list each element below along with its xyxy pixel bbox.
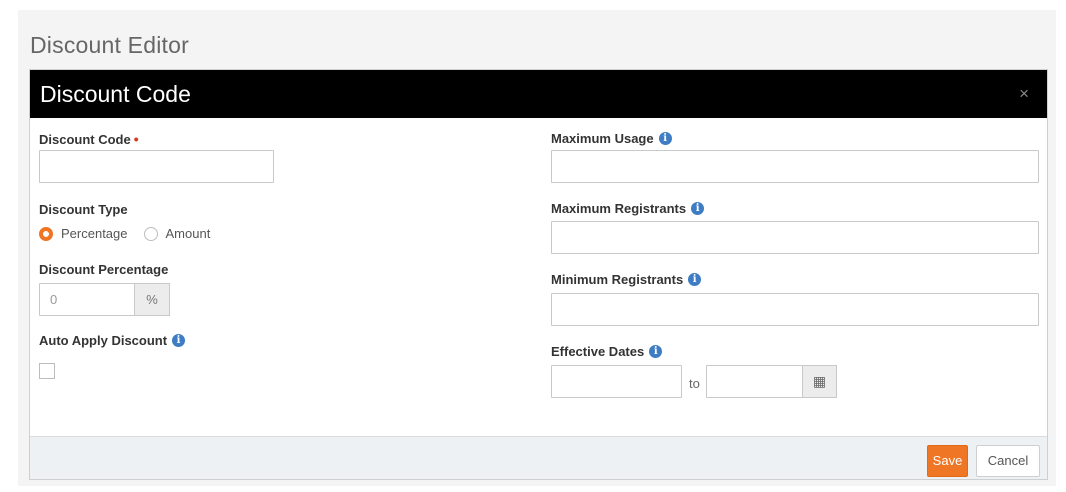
discount-type-radio-group: Percentage Amount	[39, 226, 226, 241]
info-icon[interactable]: i	[658, 132, 672, 145]
modal-header: Discount Code ×	[30, 70, 1047, 118]
discount-percentage-input[interactable]: 0	[39, 283, 135, 316]
modal-footer: Save Cancel	[30, 436, 1047, 479]
cancel-button[interactable]: Cancel	[976, 445, 1040, 477]
date-range-to-label: to	[689, 376, 700, 391]
effective-end-date-input[interactable]	[706, 365, 803, 398]
save-button[interactable]: Save	[927, 445, 968, 477]
info-icon[interactable]: i	[172, 334, 186, 347]
effective-start-date-input[interactable]	[551, 365, 682, 398]
info-icon[interactable]: i	[649, 345, 663, 358]
maximum-usage-input[interactable]	[551, 150, 1039, 183]
amount-radio[interactable]: Amount	[143, 226, 210, 241]
close-icon[interactable]: ×	[1019, 84, 1029, 104]
discount-code-label: Discount Code •	[39, 131, 139, 147]
auto-apply-label: Auto Apply Discount i	[39, 333, 186, 348]
maximum-registrants-input[interactable]	[551, 221, 1039, 254]
info-icon[interactable]: i	[691, 202, 705, 215]
required-indicator: •	[133, 131, 139, 147]
percent-addon: %	[134, 283, 170, 316]
info-icon[interactable]: i	[688, 273, 702, 286]
discount-modal: Discount Code × Discount Code • Discount…	[29, 69, 1048, 480]
modal-title: Discount Code	[40, 81, 191, 107]
page-title: Discount Editor	[30, 32, 189, 58]
percentage-radio[interactable]: Percentage	[39, 226, 128, 241]
minimum-registrants-label: Minimum Registrants i	[551, 272, 702, 287]
maximum-usage-label: Maximum Usage i	[551, 131, 672, 146]
calendar-button[interactable]: ▦	[802, 365, 837, 398]
minimum-registrants-input[interactable]	[551, 293, 1039, 326]
effective-dates-label: Effective Dates i	[551, 344, 663, 359]
radio-selected-icon	[39, 226, 53, 241]
maximum-registrants-label: Maximum Registrants i	[551, 201, 705, 216]
discount-code-input[interactable]	[39, 150, 274, 183]
calendar-icon: ▦	[812, 373, 827, 389]
discount-percentage-label: Discount Percentage	[39, 262, 169, 277]
radio-unselected-icon	[143, 226, 158, 241]
discount-type-label: Discount Type	[39, 202, 128, 217]
auto-apply-checkbox[interactable]	[39, 363, 55, 379]
